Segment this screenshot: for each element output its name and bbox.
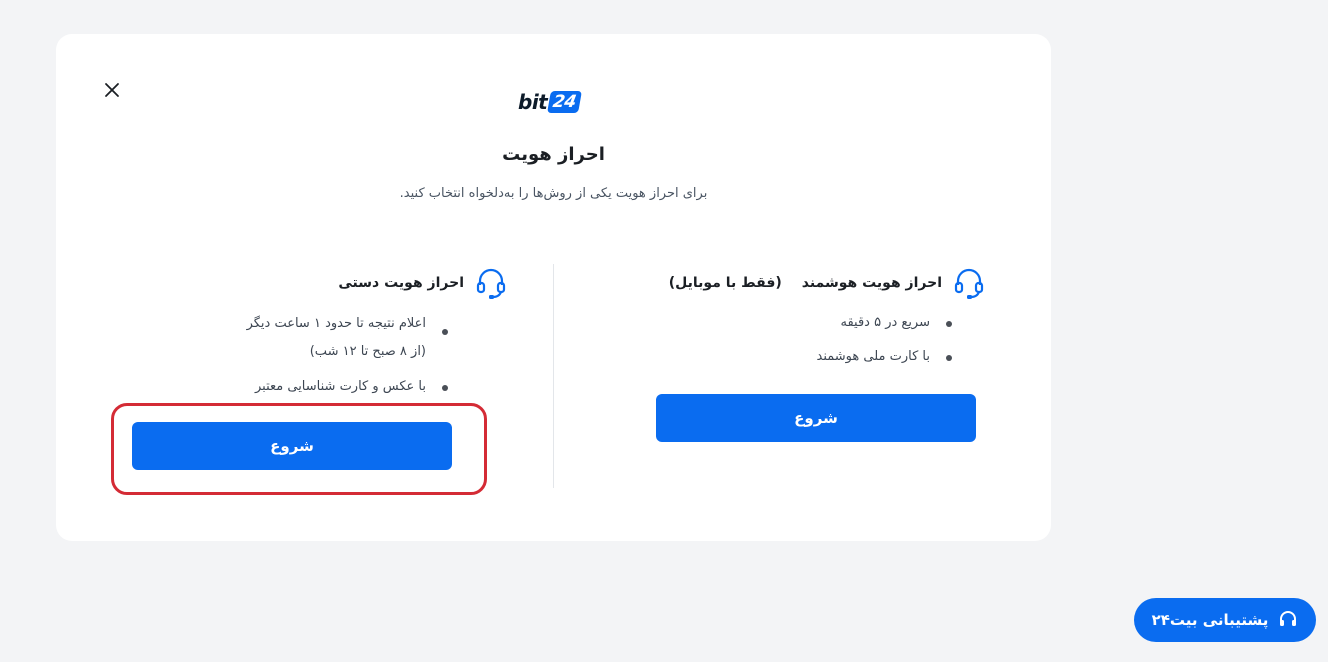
close-button[interactable] xyxy=(100,78,124,102)
options-divider xyxy=(553,264,554,488)
headset-icon xyxy=(1280,611,1297,626)
smart-option-note: (فقط با موبایل) xyxy=(668,275,782,291)
highlight-annotation xyxy=(111,403,487,495)
smart-option-features: سریع در ۵ دقیقه با کارت ملی هوشمند xyxy=(817,310,953,370)
list-item: با کارت ملی هوشمند xyxy=(817,344,953,370)
bit24-logo: bit 24 xyxy=(518,88,590,116)
smart-option-header: احراز هویت هوشمند (فقط با موبایل) xyxy=(669,266,986,300)
close-icon xyxy=(105,83,119,97)
headset-icon xyxy=(476,268,506,299)
list-item: سریع در ۵ دقیقه xyxy=(817,310,953,336)
smart-option-title: احراز هویت هوشمند xyxy=(801,275,942,291)
modal-subtitle: برای احراز هویت یکی از روش‌ها را به‌دلخو… xyxy=(399,186,708,201)
logo-number: 24 xyxy=(547,91,582,113)
logo-text: bit xyxy=(518,90,548,114)
manual-option-header: احراز هویت دستی xyxy=(338,266,508,300)
feature-line: (از ۸ صبح تا ۱۲ شب) xyxy=(309,344,426,359)
smart-start-button[interactable]: شروع xyxy=(656,394,976,442)
feature-line: اعلام نتیجه تا حدود ۱ ساعت دیگر xyxy=(246,316,426,331)
manual-option-title: احراز هویت دستی xyxy=(338,275,464,291)
verification-modal: bit 24 احراز هویت برای احراز هویت یکی از… xyxy=(56,34,1051,541)
support-label: پشتیبانی بیت۲۴ xyxy=(1151,611,1269,629)
list-item: اعلام نتیجه تا حدود ۱ ساعت دیگر (از ۸ صب… xyxy=(246,310,449,366)
manual-option-features: اعلام نتیجه تا حدود ۱ ساعت دیگر (از ۸ صب… xyxy=(246,310,449,400)
headset-icon xyxy=(954,268,984,299)
list-item: با عکس و کارت شناسایی معتبر xyxy=(247,374,449,400)
support-button[interactable]: پشتیبانی بیت۲۴ xyxy=(1134,598,1316,642)
modal-title: احراز هویت xyxy=(502,144,605,165)
